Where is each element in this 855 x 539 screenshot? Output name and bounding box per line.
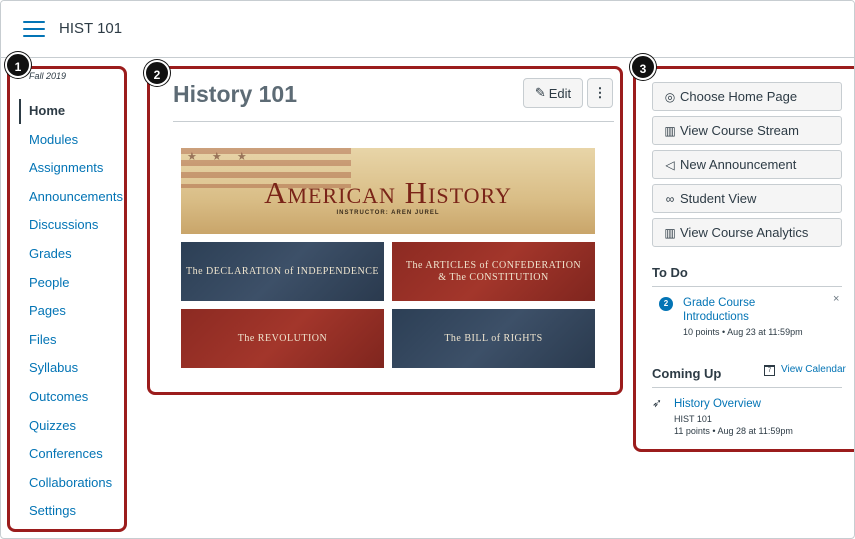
student-view-button[interactable]: ∞ Student View bbox=[652, 184, 842, 213]
tile-label: The BILL of RIGHTS bbox=[444, 332, 543, 344]
nav-item-quizzes[interactable]: Quizzes bbox=[19, 412, 123, 441]
callout-badge-1: 1 bbox=[5, 52, 31, 78]
target-icon: ◎ bbox=[664, 89, 676, 104]
tile-label: The REVOLUTION bbox=[237, 332, 328, 344]
nav-item-people[interactable]: People bbox=[19, 269, 123, 298]
megaphone-icon: ◁ bbox=[665, 157, 675, 172]
callout-badge-2: 2 bbox=[144, 60, 170, 86]
view-course-analytics-button[interactable]: ▥ View Course Analytics bbox=[652, 218, 842, 247]
top-bar: HIST 101 bbox=[1, 1, 854, 58]
pencil-icon: ✎ bbox=[534, 85, 546, 100]
banner-title: American History bbox=[264, 175, 512, 210]
todo-count-badge: 2 bbox=[659, 297, 673, 311]
chart-icon: ▥ bbox=[664, 123, 676, 138]
todo-heading: To Do bbox=[652, 265, 688, 280]
tile-revolution[interactable]: The REVOLUTION bbox=[181, 309, 384, 368]
nav-item-discussions[interactable]: Discussions bbox=[19, 211, 123, 240]
todo-item-title-line2: Introductions bbox=[683, 311, 749, 323]
nav-item-home[interactable]: Home bbox=[19, 97, 123, 126]
chart-icon: ▥ bbox=[664, 225, 676, 240]
callout-badge-3: 3 bbox=[630, 54, 656, 80]
view-calendar-link[interactable]: View Calendar bbox=[781, 363, 846, 377]
todo-item-link[interactable]: Grade Course Introductions bbox=[683, 296, 755, 324]
coming-up-item-meta: 11 points • Aug 28 at 11:59pm bbox=[674, 426, 793, 436]
calendar-icon: 7 bbox=[764, 365, 775, 376]
rocket-icon: ➶ bbox=[652, 396, 663, 410]
todo-item-meta: 10 points • Aug 23 at 11:59pm bbox=[683, 327, 803, 337]
tile-declaration-of-independence[interactable]: The DECLARATION of INDEPENDENCE bbox=[181, 242, 384, 301]
new-announcement-button[interactable]: ◁ New Announcement bbox=[652, 150, 842, 179]
nav-item-grades[interactable]: Grades bbox=[19, 240, 123, 269]
todo-item-title-line1: Grade Course bbox=[683, 297, 756, 309]
close-icon[interactable]: × bbox=[833, 293, 839, 305]
todo-divider bbox=[652, 286, 842, 287]
nav-item-syllabus[interactable]: Syllabus bbox=[19, 354, 123, 383]
breadcrumb-course[interactable]: HIST 101 bbox=[59, 20, 122, 37]
nav-item-files[interactable]: Files bbox=[19, 326, 123, 355]
view-course-stream-button[interactable]: ▥ View Course Stream bbox=[652, 116, 842, 145]
more-options-button[interactable]: ⋮ bbox=[587, 78, 613, 108]
button-label: Student View bbox=[680, 191, 757, 206]
tile-bill-of-rights[interactable]: The BILL of RIGHTS bbox=[392, 309, 595, 368]
edit-button[interactable]: ✎ Edit bbox=[523, 78, 583, 108]
coming-up-divider bbox=[652, 387, 842, 388]
glasses-icon: ∞ bbox=[665, 191, 675, 206]
tile-label: The DECLARATION of INDEPENDENCE bbox=[186, 265, 379, 277]
page-title: History 101 bbox=[173, 81, 298, 107]
button-label: New Announcement bbox=[680, 157, 797, 172]
hamburger-menu-icon[interactable] bbox=[23, 21, 45, 38]
nav-item-modules[interactable]: Modules bbox=[19, 126, 123, 155]
nav-item-conferences[interactable]: Conferences bbox=[19, 440, 123, 469]
nav-item-outcomes[interactable]: Outcomes bbox=[19, 383, 123, 412]
edit-button-label: Edit bbox=[548, 85, 572, 101]
nav-item-collaborations[interactable]: Collaborations bbox=[19, 469, 123, 498]
button-label: View Course Analytics bbox=[680, 225, 809, 240]
choose-home-page-button[interactable]: ◎ Choose Home Page bbox=[652, 82, 842, 111]
nav-item-assignments[interactable]: Assignments bbox=[19, 154, 123, 183]
button-label: Choose Home Page bbox=[680, 89, 798, 104]
course-navigation: Fall 2019 Home Modules Assignments Annou… bbox=[19, 71, 123, 526]
button-label: View Course Stream bbox=[680, 123, 799, 138]
term-label: Fall 2019 bbox=[29, 71, 67, 81]
banner-instructor: INSTRUCTOR: AREN JUREL bbox=[336, 210, 440, 216]
canvas-window: HIST 101 1 Fall 2019 Home Modules Assign… bbox=[0, 0, 855, 539]
american-history-banner: American History INSTRUCTOR: AREN JUREL bbox=[181, 148, 595, 234]
nav-item-pages[interactable]: Pages bbox=[19, 297, 123, 326]
nav-item-settings[interactable]: Settings bbox=[19, 497, 123, 526]
nav-item-announcements[interactable]: Announcements bbox=[19, 183, 123, 212]
coming-up-heading: Coming Up bbox=[652, 366, 722, 381]
title-divider bbox=[173, 121, 614, 122]
more-vertical-icon: ⋮ bbox=[593, 85, 607, 100]
tile-articles-and-constitution[interactable]: The ARTICLES of CONFEDERATION & The CONS… bbox=[392, 242, 595, 301]
coming-up-item-course: HIST 101 bbox=[674, 414, 712, 424]
tile-label: The ARTICLES of CONFEDERATION & The CONS… bbox=[405, 259, 582, 283]
coming-up-item-link[interactable]: History Overview bbox=[674, 397, 761, 411]
